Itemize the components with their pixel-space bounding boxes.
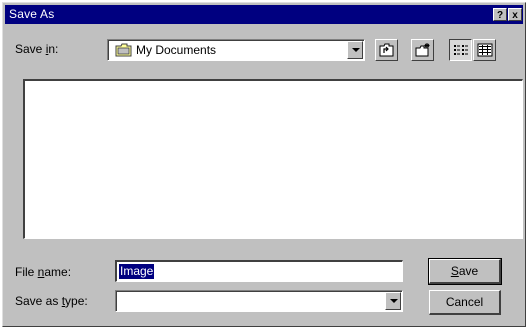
title-bar[interactable]: Save As ? x: [5, 5, 523, 24]
cancel-button[interactable]: Cancel: [429, 290, 501, 315]
save-in-label: Save in:: [15, 42, 59, 56]
details-view-button[interactable]: [473, 39, 496, 61]
details-view-icon: [477, 43, 493, 57]
create-new-folder-button[interactable]: [411, 39, 434, 61]
dialog-title: Save As: [9, 7, 55, 21]
save-in-dropdown[interactable]: My Documents: [107, 39, 365, 61]
save-as-type-dropdown[interactable]: [115, 290, 403, 312]
up-one-level-icon: [379, 43, 395, 57]
file-name-input[interactable]: Image: [115, 260, 403, 282]
save-as-dialog: Save As ? x Save in: My Documents File n…: [2, 2, 526, 327]
chevron-down-icon[interactable]: [347, 41, 363, 59]
help-button[interactable]: ?: [493, 8, 507, 21]
list-view-button[interactable]: [449, 39, 472, 61]
file-list[interactable]: [23, 79, 523, 239]
folder-icon: [115, 43, 133, 57]
create-new-folder-icon: [415, 43, 431, 57]
up-one-level-button[interactable]: [375, 39, 398, 61]
save-as-type-label: Save as type:: [15, 294, 88, 308]
list-view-icon: [453, 43, 469, 57]
file-name-label: File name:: [15, 265, 72, 279]
save-button[interactable]: Save: [428, 258, 502, 285]
save-in-value: My Documents: [136, 43, 217, 57]
chevron-down-icon[interactable]: [385, 292, 401, 310]
close-button[interactable]: x: [508, 8, 522, 21]
file-name-value: Image: [119, 264, 155, 279]
